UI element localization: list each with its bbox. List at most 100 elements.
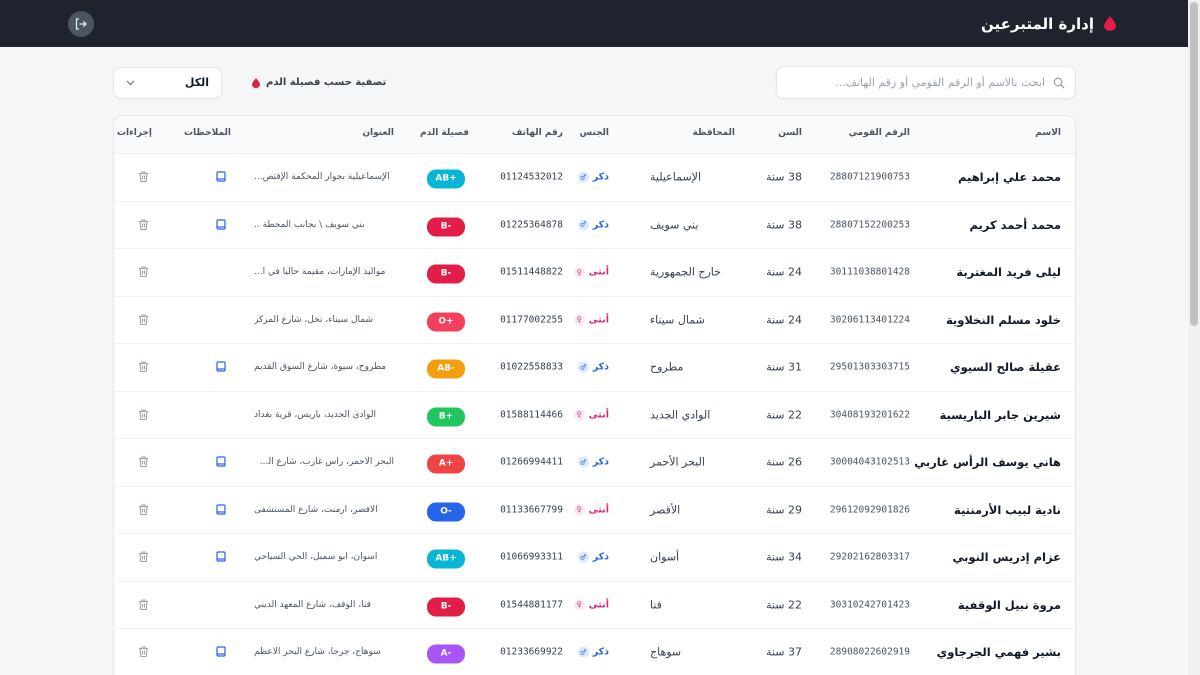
age: 34 سنة [766,550,802,564]
select-value: الكل [184,76,209,89]
national-id: 30111038801428 [829,266,910,278]
delete-icon[interactable] [138,643,149,662]
donor-name: ليلى فريد المغتربة [956,265,1061,280]
donor-name: محمد علي إبراهيم [958,170,1061,185]
notes-icon[interactable] [215,453,227,472]
delete-icon[interactable] [138,405,149,424]
table-row[interactable]: شيرين جابر الباريسية 30408193201622 22 سنة… [114,392,1075,439]
phone-number: 01177002255 [500,314,563,326]
search-input[interactable] [787,76,1045,89]
gender: ذكر ♂ [577,361,609,373]
delete-icon[interactable] [138,453,149,472]
header-national-id[interactable]: الرقم القومي [849,128,910,138]
header-blood-type[interactable]: فصيلة الدم [420,128,469,138]
table-row[interactable]: محمد أحمد كريم 28807152200253 38 سنة بني سو… [114,202,1075,249]
gender-label: ذكر [592,219,609,231]
table-header: الاسم الرقم القومي السن المحافظة الجنس ر… [114,116,1075,154]
table-row[interactable]: مروة نبيل الوقفية 30310242701423 22 سنة قنا… [114,582,1075,629]
delete-icon[interactable] [138,548,149,567]
table-row[interactable]: ليلى فريد المغتربة 30111038801428 24 سنة خا… [114,249,1075,297]
top-bar: إدارة المتبرعين [0,0,1188,47]
chevron-down-icon [126,80,135,85]
notes-icon[interactable] [215,168,227,187]
donor-name: نادية لبيب الأرمنتية [953,502,1061,517]
age: 24 سنة [766,265,802,279]
national-id: 29501303303715 [829,361,910,373]
table-row[interactable]: عقيلة صالح السيوي 29501303303715 31 سنة مطر… [114,344,1075,392]
table-row[interactable]: محمد علي إبراهيم 28807121900753 38 سنة الإس… [114,154,1075,202]
age: 38 سنة [766,218,802,232]
table-row[interactable]: نادية لبيب الأرمنتية 29612092901826 29 سنة… [114,487,1075,534]
national-id: 28908022602919 [829,646,910,658]
governorate: أسوان [650,550,680,564]
table-row[interactable]: خلود مسلم النخلاوية 30206113401224 24 سنة ش… [114,297,1075,344]
header-phone[interactable]: رقم الهاتف [512,128,563,138]
table-row[interactable]: بشير فهمي الجرجاوي 28908022602919 37 سنة سو… [114,629,1075,675]
address: البحر الأحمر، رأس غارب، شارع الم... [254,457,394,468]
phone-number: 01266994411 [500,456,563,468]
delete-icon[interactable] [138,168,149,187]
address: مطروح، سيوة، شارع السوق القديم [254,362,387,373]
brand: إدارة المتبرعين [981,15,1116,33]
governorate: بني سويف [650,218,699,232]
delete-icon[interactable] [138,263,149,282]
phone-number: 01124532012 [500,171,563,183]
governorate: سوهاج [650,645,682,659]
search-box[interactable] [776,66,1076,99]
donor-name: بشير فهمي الجرجاوي [936,645,1061,660]
blood-type-cell: A+ [427,451,465,474]
donor-name: مروة نبيل الوقفية [957,597,1061,612]
delete-icon[interactable] [138,358,149,377]
notes-icon[interactable] [215,548,227,567]
delete-icon[interactable] [138,500,149,519]
page-title: إدارة المتبرعين [981,14,1094,33]
scrollbar-thumb[interactable] [1190,2,1198,326]
donor-name: عزام إدريس النوبي [952,550,1061,565]
gender-label: أنثى [588,266,609,278]
header-governorate[interactable]: المحافظة [693,128,735,138]
blood-type-badge: A- [427,644,465,664]
blood-type-cell: AB+ [427,166,465,189]
donor-name: خلود مسلم النخلاوية [945,312,1061,327]
donor-name: هاني يوسف الرأس غاربي [914,455,1061,470]
national-id: 29202162803317 [829,551,910,563]
delete-icon[interactable] [138,595,149,614]
male-icon: ♂ [577,219,589,231]
blood-type-badge: AB- [427,359,465,379]
gender-label: ذكر [592,171,609,183]
age: 29 سنة [766,503,802,517]
address: الإسماعيلية بجوار المحكمة الإقتص... [254,172,390,183]
national-id: 28807121900753 [829,171,910,183]
logout-button[interactable] [68,10,94,37]
blood-type-badge: B- [427,217,465,237]
blood-type-badge: AB+ [427,549,465,569]
male-icon: ♂ [577,456,589,468]
delete-icon[interactable] [138,310,149,329]
blood-type-cell: AB+ [427,546,465,569]
blood-type-cell: A- [427,641,465,664]
notes-icon[interactable] [215,500,227,519]
notes-icon[interactable] [215,643,227,662]
header-address[interactable]: العنوان [362,128,394,138]
male-icon: ♂ [577,646,589,658]
table-row[interactable]: هاني يوسف الرأس غاربي 30004043102513 26 سن… [114,439,1075,487]
blood-type-badge: B- [427,264,465,284]
phone-number: 01022558833 [500,361,563,373]
governorate: الوادي الجديد [650,408,711,422]
gender: ذكر ♂ [577,551,609,563]
gender: ذكر ♂ [577,456,609,468]
notes-icon[interactable] [215,358,227,377]
blood-type-select[interactable]: الكل [113,66,222,99]
gender: ذكر ♂ [577,646,609,658]
header-gender[interactable]: الجنس [580,128,609,138]
header-name[interactable]: الاسم [1035,128,1061,138]
female-icon: ♀ [573,504,585,516]
delete-icon[interactable] [138,215,149,234]
notes-icon[interactable] [215,215,227,234]
page-scrollbar[interactable] [1188,0,1200,675]
governorate: قنا [650,598,662,612]
table-row[interactable]: عزام إدريس النوبي 29202162803317 34 سنة أسو… [114,534,1075,582]
header-age[interactable]: السن [778,128,802,138]
header-actions: إجراءات [117,128,152,138]
blood-type-badge: AB+ [427,169,465,189]
